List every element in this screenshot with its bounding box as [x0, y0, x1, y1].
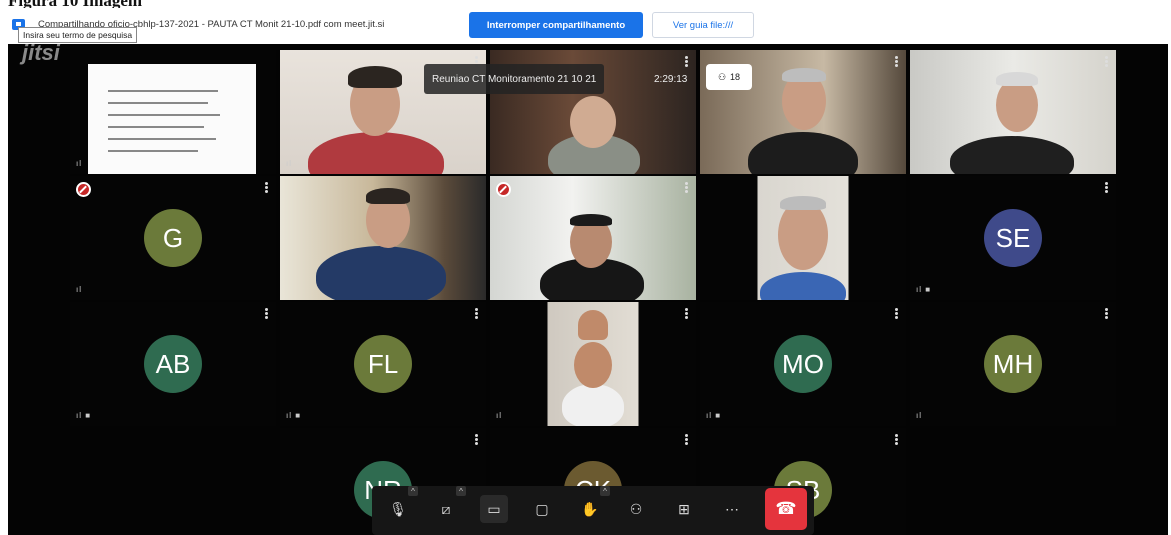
tile-menu-icon[interactable]	[685, 434, 688, 445]
tile-menu-icon[interactable]	[895, 56, 898, 67]
more-options-button[interactable]: ⋯	[718, 495, 746, 523]
hangup-icon: ☎	[775, 499, 797, 518]
view-tab-button[interactable]: Ver guia file:///	[652, 12, 754, 38]
tile-menu-icon[interactable]	[895, 308, 898, 319]
connection-indicator: ıl	[496, 411, 502, 420]
connection-indicator: ıl	[916, 411, 922, 420]
tile-menu-icon[interactable]	[895, 434, 898, 445]
search-tooltip: Insira seu termo de pesquisa	[18, 27, 138, 43]
tile-menu-icon[interactable]	[1105, 182, 1108, 193]
camera-options-caret[interactable]: ^	[456, 486, 466, 496]
chat-button[interactable]: ▢	[528, 495, 556, 523]
screen-share-icon: ▭	[487, 500, 501, 517]
tile-menu-icon[interactable]	[1105, 56, 1108, 67]
participant-count: 18	[730, 72, 741, 82]
participant-avatar: SE	[984, 209, 1042, 267]
connection-indicator: ıl	[286, 159, 292, 168]
participants-button[interactable]: ⚇	[622, 495, 650, 523]
participant-tile-video[interactable]: ıl	[490, 302, 696, 426]
participant-tile-video[interactable]	[490, 176, 696, 300]
screen-share-bar: Compartilhando oficio-cbhlp-137-2021 - P…	[0, 8, 1171, 44]
camera-off-button[interactable]: ⧄	[432, 495, 460, 523]
tile-menu-icon[interactable]	[475, 434, 478, 445]
raise-hand-icon: ✋	[581, 500, 599, 517]
participant-avatar: MO	[774, 335, 832, 393]
participant-tile-avatar[interactable]: FL ıl ■	[280, 302, 486, 426]
participants-icon: ⚇	[717, 71, 727, 82]
participant-avatar: MH	[984, 335, 1042, 393]
microphone-muted-button[interactable]: 🎙	[384, 495, 412, 523]
participant-avatar: AB	[144, 335, 202, 393]
microphone-options-caret[interactable]: ^	[408, 486, 418, 496]
participant-tile-shared-document[interactable]: ıl	[70, 50, 276, 174]
screenshot-root: Figura 10 Imagem Compartilhando oficio-c…	[0, 0, 1171, 535]
participant-tile-video[interactable]	[280, 176, 486, 300]
camera-off-icon: ⧄	[441, 500, 451, 517]
jitsi-logo: jitsi	[22, 40, 60, 65]
meeting-title: Reuniao CT Monitoramento 21 10 21	[424, 64, 605, 94]
participant-count-badge[interactable]: ⚇ 18	[706, 64, 752, 90]
shared-document-preview	[88, 64, 256, 174]
participant-video-person	[316, 246, 446, 300]
tile-menu-icon[interactable]	[265, 182, 268, 193]
participant-tile-avatar[interactable]: MH ıl	[910, 302, 1116, 426]
tile-menu-icon[interactable]	[475, 308, 478, 319]
connection-indicator: ıl	[76, 159, 82, 168]
stop-sharing-button[interactable]: Interromper compartilhamento	[469, 12, 643, 38]
connection-indicator: ıl ■	[76, 411, 92, 420]
participant-tile-avatar[interactable]: SE ıl ■	[910, 176, 1116, 300]
connection-indicator: ıl ■	[916, 285, 932, 294]
tile-view-button[interactable]: ⊞	[670, 495, 698, 523]
connection-indicator: ıl ■	[706, 411, 722, 420]
participants-icon: ⚇	[629, 500, 643, 517]
muted-icon	[496, 182, 511, 197]
more-options-icon: ⋯	[725, 500, 739, 517]
participant-tile-avatar[interactable]: MO ıl ■	[700, 302, 906, 426]
tile-menu-icon[interactable]	[1105, 308, 1108, 319]
tile-menu-icon[interactable]	[685, 182, 688, 193]
muted-icon	[76, 182, 91, 197]
connection-indicator: ıl ■	[286, 411, 302, 420]
participant-avatar: FL	[354, 335, 412, 393]
connection-indicator: ıl	[76, 285, 82, 294]
tile-menu-icon[interactable]	[685, 308, 688, 319]
microphone-muted-icon: 🎙	[389, 500, 407, 517]
participant-tile-video[interactable]	[910, 50, 1116, 174]
participant-video-person	[562, 384, 624, 426]
reactions-caret[interactable]: ^	[600, 486, 610, 496]
raise-hand-button[interactable]: ✋	[576, 495, 604, 523]
chat-icon: ▢	[535, 500, 549, 517]
tile-view-icon: ⊞	[678, 500, 690, 517]
screen-share-button[interactable]: ▭	[480, 495, 508, 523]
participant-tile-avatar[interactable]: AB ıl ■	[70, 302, 276, 426]
meeting-toolbar: 🎙 ^ ⧄ ^ ▭ ▢ ✋ ^ ⚇ ⊞ ⋯ ☎	[372, 486, 814, 535]
hangup-button[interactable]: ☎	[765, 488, 807, 530]
participant-tile-avatar[interactable]: G ıl	[70, 176, 276, 300]
participant-tile-video[interactable]	[700, 176, 906, 300]
meeting-stage: ıl ıl G ıl SE ıl ■ AB ıl ■ FL ıl ■ ıl MO…	[8, 44, 1168, 535]
participant-avatar: G	[144, 209, 202, 267]
meeting-timer: 2:29:13	[654, 73, 688, 85]
tile-menu-icon[interactable]	[265, 308, 268, 319]
